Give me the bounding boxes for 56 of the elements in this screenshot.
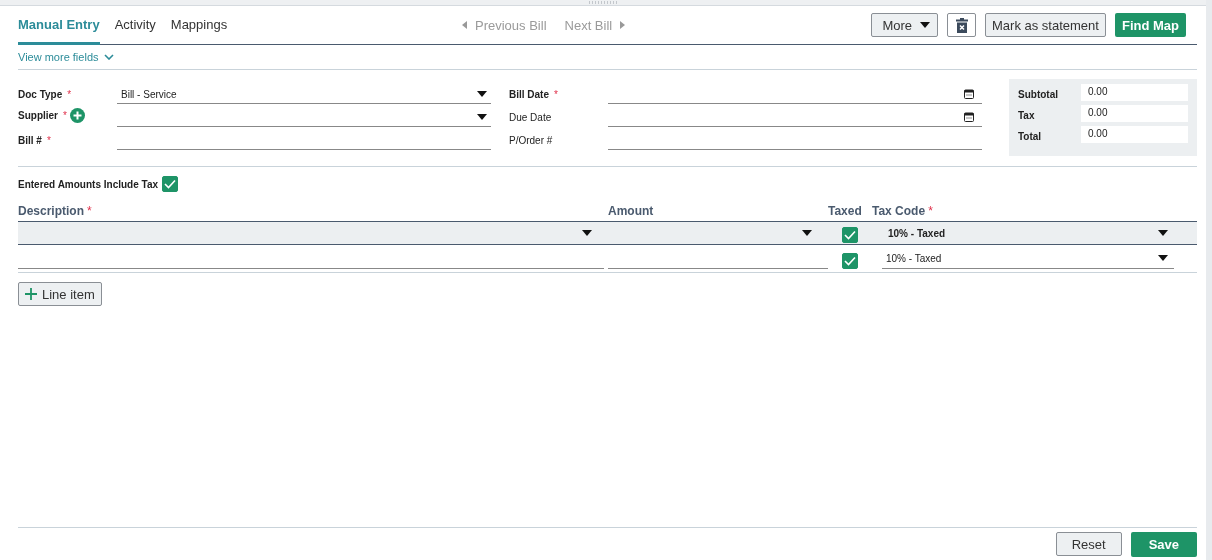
checkbox-label: Entered Amounts Include Tax xyxy=(18,178,159,190)
field-label: Due Date xyxy=(509,112,552,123)
caret-icon xyxy=(477,114,487,120)
column-header: Description xyxy=(18,204,84,218)
column-header: Tax Code xyxy=(872,204,926,218)
caret-right-icon xyxy=(620,21,626,29)
caret-icon xyxy=(1158,255,1168,261)
total-label: Tax xyxy=(1018,109,1036,121)
column-header: Taxed xyxy=(828,204,862,218)
field-label: Doc Type xyxy=(18,89,63,100)
tab[interactable]: Manual Entry xyxy=(18,6,100,45)
dropdown-field[interactable]: 10% - Taxed xyxy=(882,248,1174,269)
chevron-down-icon xyxy=(103,54,114,60)
mark-statement-button[interactable]: Mark as statement xyxy=(985,13,1106,37)
calendar-icon xyxy=(964,89,974,99)
plus-icon xyxy=(25,288,37,300)
caret-icon xyxy=(1158,230,1168,236)
caret-icon xyxy=(920,22,930,28)
checkbox[interactable] xyxy=(162,176,179,192)
required-mark: * xyxy=(63,110,67,121)
field-label: Supplier xyxy=(18,110,58,121)
required-mark: * xyxy=(67,89,72,100)
tab[interactable]: Activity xyxy=(114,6,156,45)
add-line-button[interactable]: Line item xyxy=(18,282,102,306)
view-more-link[interactable]: View more fields xyxy=(18,51,114,63)
reset-button[interactable]: Reset xyxy=(1055,532,1122,556)
caret-icon xyxy=(582,230,592,236)
calendar-icon xyxy=(964,112,974,122)
dropdown-field[interactable]: Bill - Service xyxy=(117,85,491,104)
required-mark: * xyxy=(87,204,92,218)
more-button[interactable]: More xyxy=(871,13,938,37)
total-value: 0.00 xyxy=(1081,84,1188,101)
total-label: Subtotal xyxy=(1018,88,1059,100)
find-map-button[interactable]: Find Map xyxy=(1114,13,1186,37)
save-button[interactable]: Save xyxy=(1130,532,1197,557)
dropdown-field[interactable]: 10% - Taxed xyxy=(882,223,1174,243)
delete-button[interactable] xyxy=(947,13,976,37)
field-label: Bill # xyxy=(18,135,42,146)
scrollbar[interactable] xyxy=(1206,0,1212,560)
column-header: Amount xyxy=(608,204,654,218)
caret-icon xyxy=(802,230,812,236)
caret-icon xyxy=(477,91,487,97)
total-value: 0.00 xyxy=(1081,105,1188,122)
trash-icon xyxy=(955,17,968,33)
required-mark: * xyxy=(928,204,933,218)
required-mark: * xyxy=(46,135,51,146)
total-value: 0.00 xyxy=(1081,126,1188,143)
required-mark: * xyxy=(554,89,558,100)
field-label: Bill Date xyxy=(509,89,549,100)
total-label: Total xyxy=(1018,130,1043,142)
checkbox[interactable] xyxy=(842,252,858,269)
caret-left-icon xyxy=(462,21,467,29)
tab[interactable]: Mappings xyxy=(170,6,228,45)
checkbox[interactable] xyxy=(842,227,858,243)
plus-icon xyxy=(69,108,85,123)
field-label: P/Order # xyxy=(509,135,553,146)
